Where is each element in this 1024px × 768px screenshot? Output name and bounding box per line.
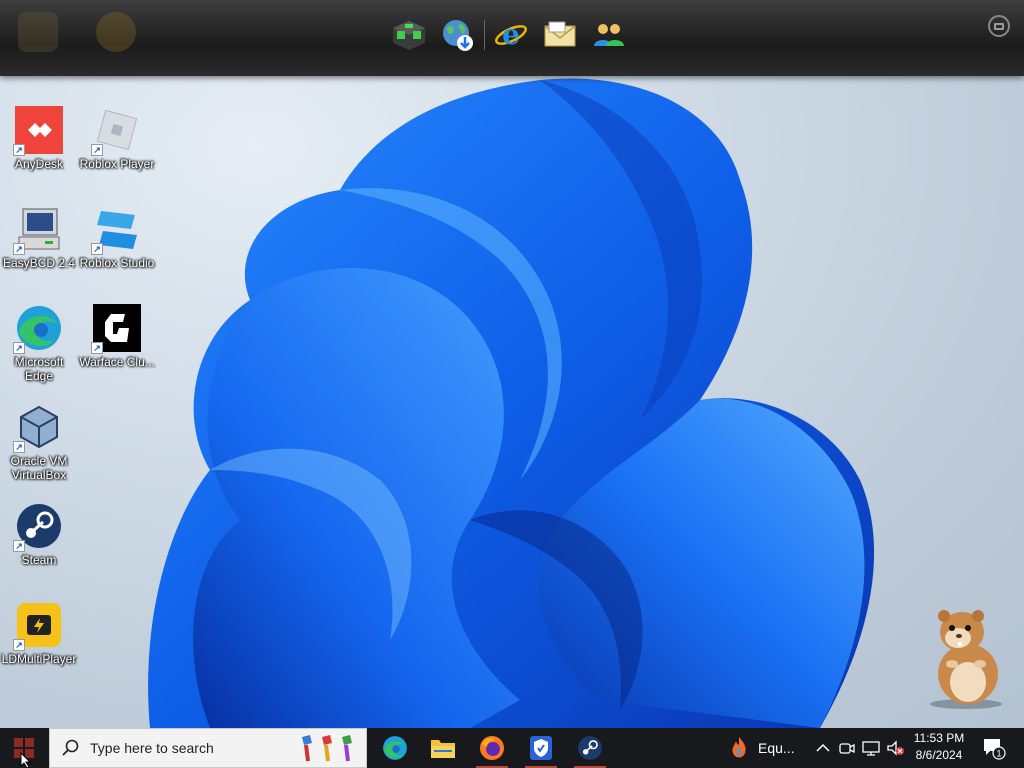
steam-icon: ↗ [13,502,63,552]
shortcut-arrow-icon: ↗ [13,243,25,255]
people-icon[interactable] [590,16,628,54]
globe-download-icon[interactable] [439,16,477,54]
desktop-icon-virtualbox[interactable]: ↗ Oracle VM VirtualBox [1,403,77,482]
internet-explorer-icon[interactable]: e [492,16,530,54]
taskbar-app-firefox[interactable] [468,728,516,768]
shortcut-arrow-icon: ↗ [13,540,25,552]
desktop-icon-label: Steam [21,553,57,567]
system-clock[interactable]: 11:53 PM 8/6/2024 [906,730,972,764]
easybcd-icon: ↗ [13,205,63,255]
mouse-cursor-icon [20,752,32,768]
tray-volume[interactable] [884,728,906,768]
clock-time: 11:53 PM [913,731,965,745]
notification-icon: 1 [984,739,1006,760]
desktop-icon-label: Oracle VM VirtualBox [10,454,68,482]
desktop-icon-label: EasyBCD 2.4 [2,256,76,270]
warface-icon: ↗ [91,304,141,354]
running-app-label: Equ... [758,740,795,756]
camera-icon [839,743,855,754]
desktop-icon-label: Roblox Player [79,157,155,171]
desktop-icon-ldmultiplayer[interactable]: ↗ LDMultiPlayer [1,601,77,666]
roblox-player-icon: ↗ [91,106,141,156]
show-hidden-icons-button[interactable] [812,728,834,768]
notification-center-button[interactable]: 1 [982,736,1006,765]
search-box[interactable]: Type here to search [49,728,367,768]
svg-text:e: e [502,18,520,51]
shortcut-arrow-icon: ↗ [13,144,25,156]
desktop-icon-microsoft-edge[interactable]: ↗ Microsoft Edge [1,304,77,383]
desktop-icon-steam[interactable]: ↗ Steam [1,502,77,567]
desktop-icon-label: Roblox Studio [79,256,155,270]
ghost-icon [96,12,136,52]
ldmultiplayer-icon: ↗ [13,601,63,651]
edge-icon [383,736,407,760]
chevron-up-icon [816,743,830,752]
folder-icon [431,740,455,758]
taskbar-app-edge[interactable] [371,728,419,768]
ghost-icon [18,12,58,52]
desktop-icon-label: AnyDesk [14,157,64,171]
desktop-icon-roblox-studio[interactable]: ↗ Roblox Studio [79,205,155,270]
edge-icon: ↗ [13,304,63,354]
search-placeholder: Type here to search [90,740,214,756]
anydesk-icon: ↗ [13,106,63,156]
shortcut-arrow-icon: ↗ [91,342,103,354]
taskbar-app-steam[interactable] [566,728,614,768]
desktop-icon-label: Microsoft Edge [14,355,64,383]
shortcut-arrow-icon: ↗ [91,144,103,156]
tray-meet-now[interactable] [836,728,858,768]
taskbar-running-app[interactable]: Equ... [722,728,800,768]
taskbar-app-file-explorer[interactable] [419,728,467,768]
tray-network[interactable] [859,728,883,768]
desktop-icon-warface[interactable]: ↗ Warface Clu... [79,304,155,369]
desktop-icon-label: LDMultiPlayer [1,652,77,666]
notification-count: 1 [996,749,1001,759]
taskbar-app-security[interactable] [517,728,565,768]
paintbrushes-icon [302,735,352,762]
top-dock: e [0,0,1024,76]
envelope-icon[interactable] [541,16,579,54]
roblox-studio-icon: ↗ [91,205,141,255]
shortcut-arrow-icon: ↗ [13,441,25,453]
search-icon [62,739,79,756]
desktop-icon-easybcd[interactable]: ↗ EasyBCD 2.4 [1,205,77,270]
steam-icon [578,736,602,760]
firefox-icon [480,736,504,760]
speaker-muted-icon [887,740,904,756]
dock-items: e [390,16,628,54]
network-icon [862,741,880,756]
hamster-desktop-pet[interactable] [922,604,1006,710]
shield-icon [530,736,552,760]
virtualbox-icon: ↗ [13,403,63,453]
desktop-icon-anydesk[interactable]: ↗ AnyDesk [1,106,77,171]
desktop-icon-roblox-player[interactable]: ↗ Roblox Player [79,106,155,171]
taskbar: Type here to search Equ... 11:53 PM 8/6/… [0,728,1024,768]
clock-date: 8/6/2024 [915,748,963,762]
shortcut-arrow-icon: ↗ [91,243,103,255]
shortcut-arrow-icon: ↗ [13,342,25,354]
desktop-icon-label: Warface Clu... [79,355,155,369]
shortcut-arrow-icon: ↗ [13,639,25,651]
cube-grid-icon[interactable] [390,16,428,54]
flame-icon [732,737,746,758]
dock-separator [484,20,485,50]
dock-menu-icon[interactable] [988,15,1010,37]
